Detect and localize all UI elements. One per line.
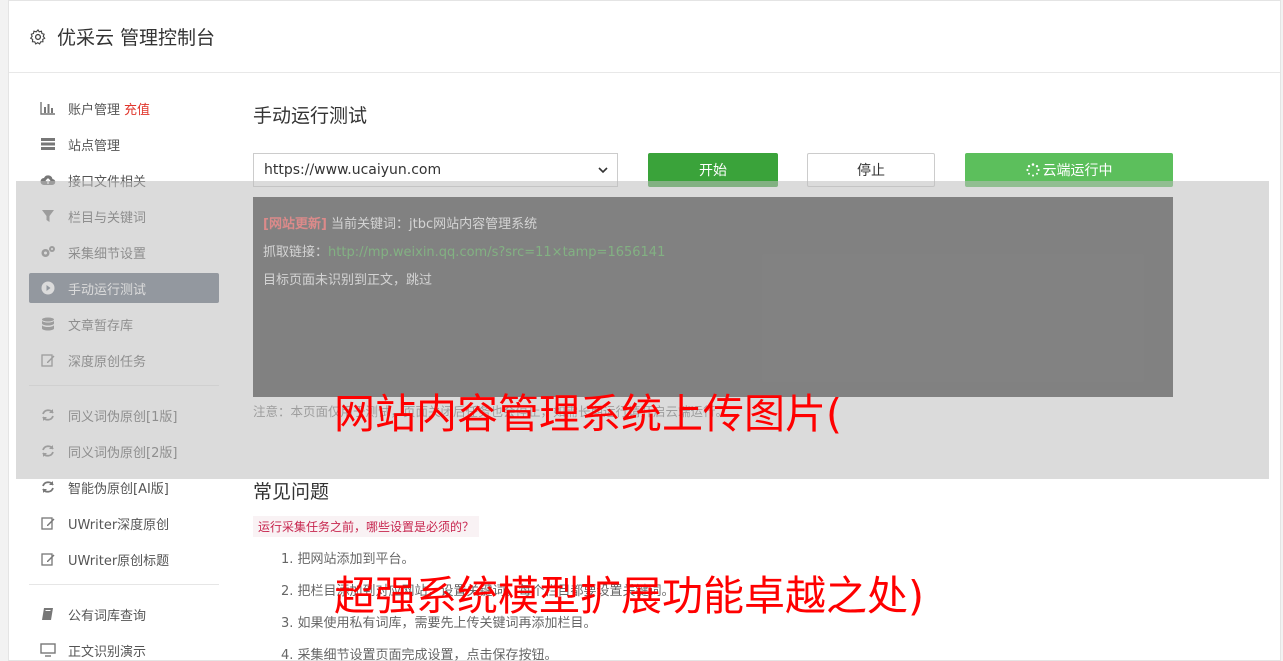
sidebar-item-manual-run[interactable]: 手动运行测试 (29, 273, 219, 303)
divider (29, 385, 219, 386)
spinner-icon (1025, 163, 1040, 177)
refresh-icon (40, 443, 56, 459)
page-title: 优采云 管理控制台 (57, 27, 216, 49)
site-url-value: https://www.ucaiyun.com (264, 162, 442, 178)
database-icon (40, 316, 56, 332)
gear-icon (29, 28, 46, 45)
header: 优采云 管理控制台 (9, 1, 1280, 73)
edit-icon (40, 352, 56, 368)
filter-icon (40, 208, 56, 224)
log-keyword: 当前关键词：jtbc网站内容管理系统 (326, 217, 538, 232)
faq-question: 运行采集任务之前，哪些设置是必须的？ (253, 516, 480, 537)
refresh-icon (40, 479, 56, 495)
sidebar-item-synonym-v1[interactable]: 同义词伪原创[1版] (29, 400, 219, 430)
faq-title: 常见问题 (253, 481, 330, 503)
log-line: 目标页面未识别到正文，跳过 (263, 273, 433, 288)
stop-button[interactable]: 停止 (807, 153, 935, 187)
log-line: 抓取链接：http://mp.weixin.qq.com/s?src=11×ta… (263, 239, 1163, 267)
edit-icon (40, 551, 56, 567)
watermark-text: 网站内容管理系统上传图片( (334, 390, 842, 438)
sidebar-item-label: 栏目与关键词 (68, 210, 147, 226)
sidebar-item-uwriter-deep[interactable]: UWriter深度原创 (29, 508, 219, 538)
start-button[interactable]: 开始 (648, 153, 778, 187)
sidebar-item-label: 同义词伪原创[2版] (68, 445, 178, 461)
sidebar-item-label: 账户管理 (68, 102, 121, 118)
sidebar-item-label: 站点管理 (68, 138, 121, 154)
sidebar-item-article-store[interactable]: 文章暂存库 (29, 309, 219, 339)
sidebar-item-collect-settings[interactable]: 采集细节设置 (29, 237, 219, 267)
sidebar-item-label: 采集细节设置 (68, 246, 147, 262)
gears-icon (40, 244, 56, 260)
cloud-run-label: 云端运行中 (1042, 163, 1113, 179)
log-link[interactable]: http://mp.weixin.qq.com/s?src=11×tamp=16… (328, 245, 665, 260)
sidebar-item-deep-original[interactable]: 深度原创任务 (29, 345, 219, 375)
section-title: 手动运行测试 (253, 105, 368, 127)
sidebar-item-synonym-v2[interactable]: 同义词伪原创[2版] (29, 436, 219, 466)
recharge-link[interactable]: 充值 (124, 99, 150, 118)
divider (29, 584, 219, 585)
monitor-icon (40, 642, 56, 658)
sidebar-item-label: UWriter原创标题 (68, 553, 170, 569)
sidebar-item-label: 同义词伪原创[1版] (68, 409, 178, 425)
sidebar-item-account[interactable]: 账户管理 充值 (29, 93, 219, 123)
list-item: 4. 采集细节设置页面完成设置，点击保存按钮。 (281, 648, 558, 661)
log-tag: [网站更新] (263, 217, 327, 232)
book-icon (40, 606, 56, 622)
server-icon (40, 136, 56, 152)
cloud-upload-icon (40, 172, 56, 188)
sidebar-item-columns[interactable]: 栏目与关键词 (29, 201, 219, 231)
sidebar-item-label: 正文识别演示 (68, 644, 147, 660)
sidebar-item-public-lexicon[interactable]: 公有词库查询 (29, 599, 219, 629)
sidebar-item-label: 手动运行测试 (68, 282, 147, 298)
sidebar-item-text-recognition[interactable]: 正文识别演示 (29, 635, 219, 661)
edit-icon (40, 515, 56, 531)
watermark-text: 超强系统模型扩展功能卓越之处) (334, 572, 924, 620)
sidebar-item-interface[interactable]: 接口文件相关 (29, 165, 219, 195)
site-url-select[interactable]: https://www.ucaiyun.com (253, 153, 618, 187)
sidebar-item-uwriter-title[interactable]: UWriter原创标题 (29, 544, 219, 574)
refresh-icon (40, 407, 56, 423)
sidebar: 账户管理 充值 站点管理 接口文件相关 栏目与关键词 采集细节设置 手动运行测试 … (29, 93, 219, 661)
sidebar-item-label: 智能伪原创[AI版] (68, 481, 169, 497)
cloud-run-button[interactable]: 云端运行中 (965, 153, 1173, 187)
sidebar-item-label: 文章暂存库 (68, 318, 134, 334)
sidebar-item-label: 深度原创任务 (68, 354, 147, 370)
sidebar-item-label: 公有词库查询 (68, 608, 147, 624)
sidebar-item-label: UWriter深度原创 (68, 517, 170, 533)
bar-chart-icon (40, 100, 56, 116)
run-controls: https://www.ucaiyun.com 开始 停止 云端运行中 (253, 153, 1173, 189)
play-icon (40, 280, 56, 296)
main-content: 手动运行测试 https://www.ucaiyun.com 开始 停止 云端运… (253, 101, 1173, 661)
log-line: [网站更新] 当前关键词：jtbc网站内容管理系统 (263, 211, 1163, 239)
sidebar-item-label: 接口文件相关 (68, 174, 147, 190)
chevron-down-icon (598, 167, 608, 174)
sidebar-item-sites[interactable]: 站点管理 (29, 129, 219, 159)
log-console: [网站更新] 当前关键词：jtbc网站内容管理系统 抓取链接：http://mp… (253, 197, 1173, 397)
sidebar-item-ai-rewrite[interactable]: 智能伪原创[AI版] (29, 472, 219, 502)
log-link-label: 抓取链接： (263, 245, 329, 260)
